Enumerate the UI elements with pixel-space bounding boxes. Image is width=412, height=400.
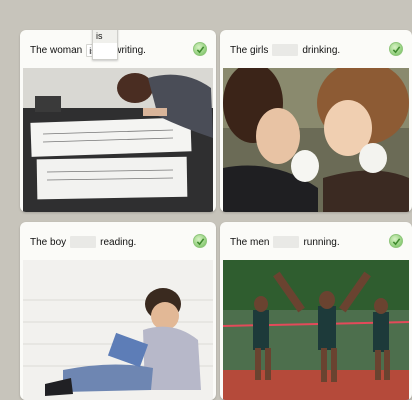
sentence-end: running. (303, 236, 340, 248)
check-button[interactable] (389, 42, 403, 56)
photo-men-running (223, 260, 409, 400)
sentence-start: The men (230, 236, 270, 248)
sentence: The girls drinking. (230, 44, 340, 56)
answer-blank[interactable] (272, 44, 299, 56)
sentence: The boy reading. (30, 236, 136, 248)
checkmark-icon (392, 46, 401, 54)
check-button[interactable] (193, 234, 207, 248)
sentence: The men running. (230, 236, 340, 248)
photo-girls-drinking (223, 68, 409, 212)
sentence-start: The woman (30, 45, 83, 56)
answer-blank[interactable] (273, 236, 300, 248)
sentence: The woman is writing. (30, 44, 146, 57)
answer-blank[interactable] (70, 236, 97, 248)
dropdown-option-is[interactable]: is (93, 30, 117, 43)
card-girls-drinking: The girls drinking. (220, 30, 412, 212)
checkmark-icon (196, 238, 205, 246)
photo-woman-writing (23, 68, 213, 212)
checkmark-icon (392, 238, 401, 246)
sentence-end: writing. (114, 45, 146, 56)
sentence-start: The girls (230, 44, 269, 56)
sentence-end: drinking. (302, 44, 341, 56)
answer-dropdown[interactable]: are is (92, 30, 118, 60)
card-boy-reading: The boy reading. (20, 222, 216, 400)
check-button[interactable] (193, 42, 207, 56)
checkmark-icon (196, 46, 205, 54)
card-woman-writing: The woman is writing. are is (20, 30, 216, 212)
check-button[interactable] (389, 234, 403, 248)
card-men-running: The men running. (220, 222, 412, 400)
sentence-start: The boy (30, 236, 67, 248)
photo-boy-reading (23, 260, 213, 400)
sentence-end: reading. (100, 236, 137, 248)
